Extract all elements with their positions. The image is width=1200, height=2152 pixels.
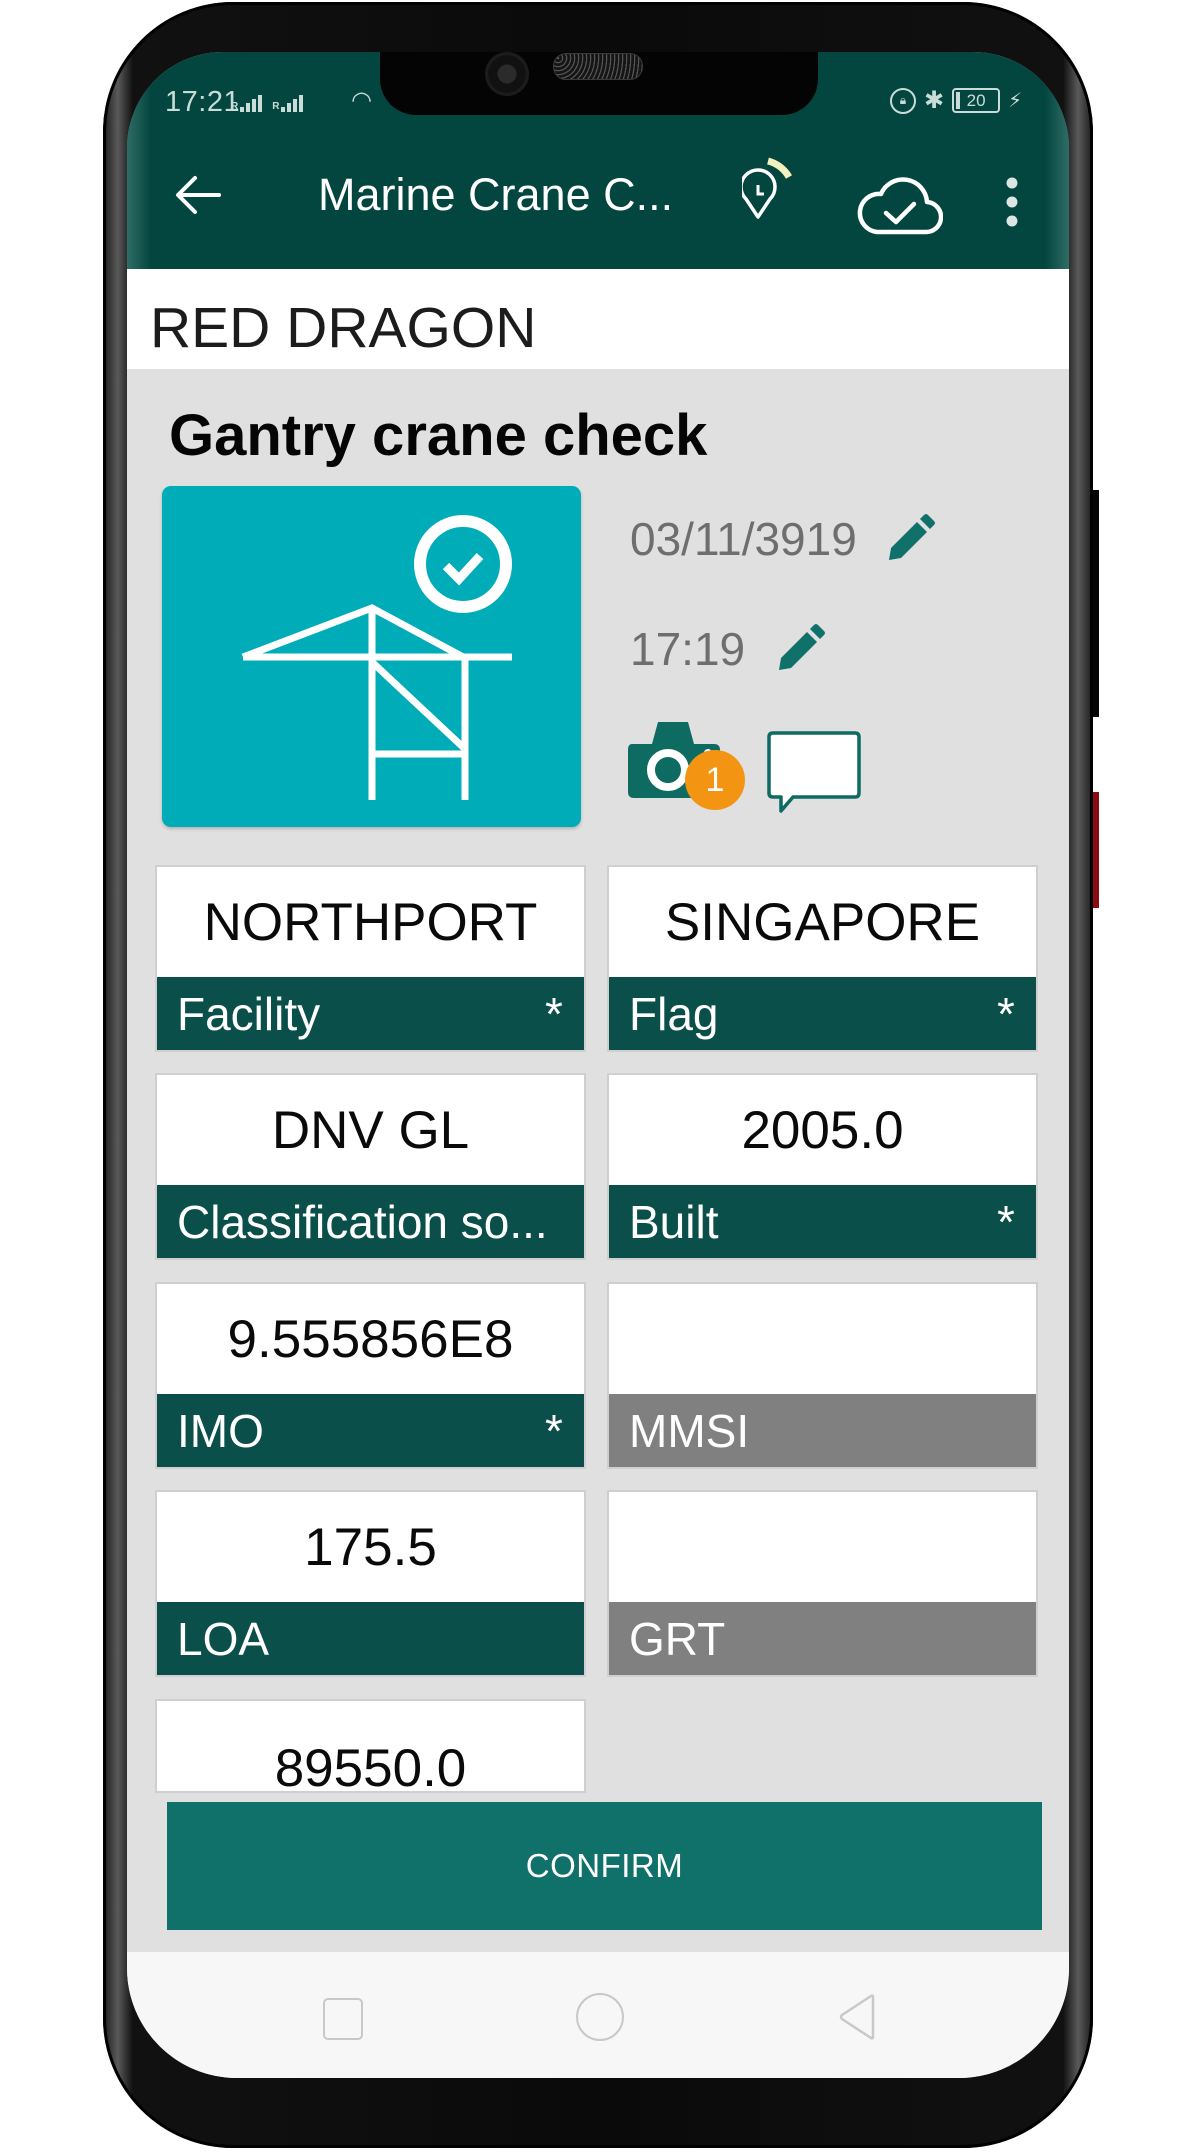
power-button xyxy=(1093,792,1099,908)
location-clock-icon[interactable] xyxy=(742,147,792,222)
inspection-date-row: 03/11/3919 xyxy=(630,512,935,566)
rotation-lock-icon: 🔒︎ xyxy=(890,87,916,114)
more-vert-icon[interactable] xyxy=(1004,177,1020,227)
required-asterisk-icon: * xyxy=(997,987,1015,1040)
comment-icon[interactable] xyxy=(767,731,861,813)
back-triangle-icon[interactable] xyxy=(837,1994,877,2040)
field-label: MMSI xyxy=(609,1394,1036,1467)
field-label: GRT xyxy=(609,1602,1036,1675)
field-partially-visible[interactable]: 89550.0 xyxy=(157,1701,584,1791)
field-value[interactable]: SINGAPORE xyxy=(609,867,1036,977)
signal-indicators: R R xyxy=(231,92,304,112)
charging-icon: ⚡︎ xyxy=(1008,90,1023,112)
earpiece-speaker xyxy=(553,53,643,80)
edit-date-pencil-icon[interactable] xyxy=(885,514,935,564)
signal-icon: R xyxy=(272,95,304,112)
field-value[interactable]: DNV GL xyxy=(157,1075,584,1185)
field-classification-society[interactable]: DNV GL Classification so... xyxy=(157,1075,584,1258)
screen: 17:21 R R ◠ 🔒︎ ✱ 20 ⚡︎ Marine Crane C... xyxy=(127,52,1069,2078)
display-notch xyxy=(380,52,818,115)
field-value[interactable] xyxy=(609,1284,1036,1394)
field-value: 89550.0 xyxy=(274,1739,467,1791)
field-label: LOA xyxy=(157,1602,584,1675)
vessel-name: RED DRAGON xyxy=(150,296,537,360)
recent-apps-icon[interactable] xyxy=(323,1998,363,2040)
status-icons-right: 🔒︎ ✱ 20 ⚡︎ xyxy=(890,86,1022,115)
confirm-button[interactable]: CONFIRM xyxy=(167,1802,1042,1930)
field-value[interactable]: 2005.0 xyxy=(609,1075,1036,1185)
battery-icon: 20 xyxy=(952,88,1001,113)
field-value[interactable]: 9.555856E8 xyxy=(157,1284,584,1394)
signal-icon: R xyxy=(231,95,263,112)
gantry-crane-check-icon xyxy=(241,515,512,800)
photo-count-badge: 1 xyxy=(685,750,745,810)
inspection-title: Gantry crane check xyxy=(169,403,708,468)
home-icon[interactable] xyxy=(576,1993,624,2041)
arrow-left-icon[interactable] xyxy=(175,175,221,215)
field-loa[interactable]: 175.5 LOA xyxy=(157,1492,584,1675)
volume-button xyxy=(1093,490,1099,717)
field-label: Built * xyxy=(609,1185,1036,1258)
status-time: 17:21 xyxy=(165,86,241,118)
app-bar: 17:21 R R ◠ 🔒︎ ✱ 20 ⚡︎ Marine Crane C... xyxy=(127,52,1069,269)
field-label: Facility * xyxy=(157,977,584,1050)
cloud-check-icon[interactable] xyxy=(857,168,943,240)
bluetooth-icon: ✱ xyxy=(924,87,945,114)
field-imo[interactable]: 9.555856E8 IMO * xyxy=(157,1284,584,1467)
system-nav-bar xyxy=(127,1952,1069,2078)
field-mmsi[interactable]: MMSI xyxy=(609,1284,1036,1467)
field-value[interactable] xyxy=(609,1492,1036,1602)
field-value[interactable]: 175.5 xyxy=(157,1492,584,1602)
required-asterisk-icon: * xyxy=(545,987,563,1040)
field-label: IMO * xyxy=(157,1394,584,1467)
field-built[interactable]: 2005.0 Built * xyxy=(609,1075,1036,1258)
field-label: Classification so... xyxy=(157,1185,584,1258)
field-grt[interactable]: GRT xyxy=(609,1492,1036,1675)
inspection-image[interactable] xyxy=(162,486,581,827)
edit-time-pencil-icon[interactable] xyxy=(775,624,826,674)
inspection-time: 17:19 xyxy=(630,623,746,675)
required-asterisk-icon: * xyxy=(997,1195,1015,1248)
inspection-date: 03/11/3919 xyxy=(630,513,857,565)
field-label: Flag * xyxy=(609,977,1036,1050)
field-flag[interactable]: SINGAPORE Flag * xyxy=(609,867,1036,1050)
page-title: Marine Crane C... xyxy=(318,169,674,220)
front-camera xyxy=(485,52,529,96)
wifi-icon: ◠ xyxy=(351,87,372,114)
required-asterisk-icon: * xyxy=(545,1404,563,1457)
field-value[interactable]: NORTHPORT xyxy=(157,867,584,977)
field-facility[interactable]: NORTHPORT Facility * xyxy=(157,867,584,1050)
inspection-time-row: 17:19 xyxy=(630,622,826,676)
